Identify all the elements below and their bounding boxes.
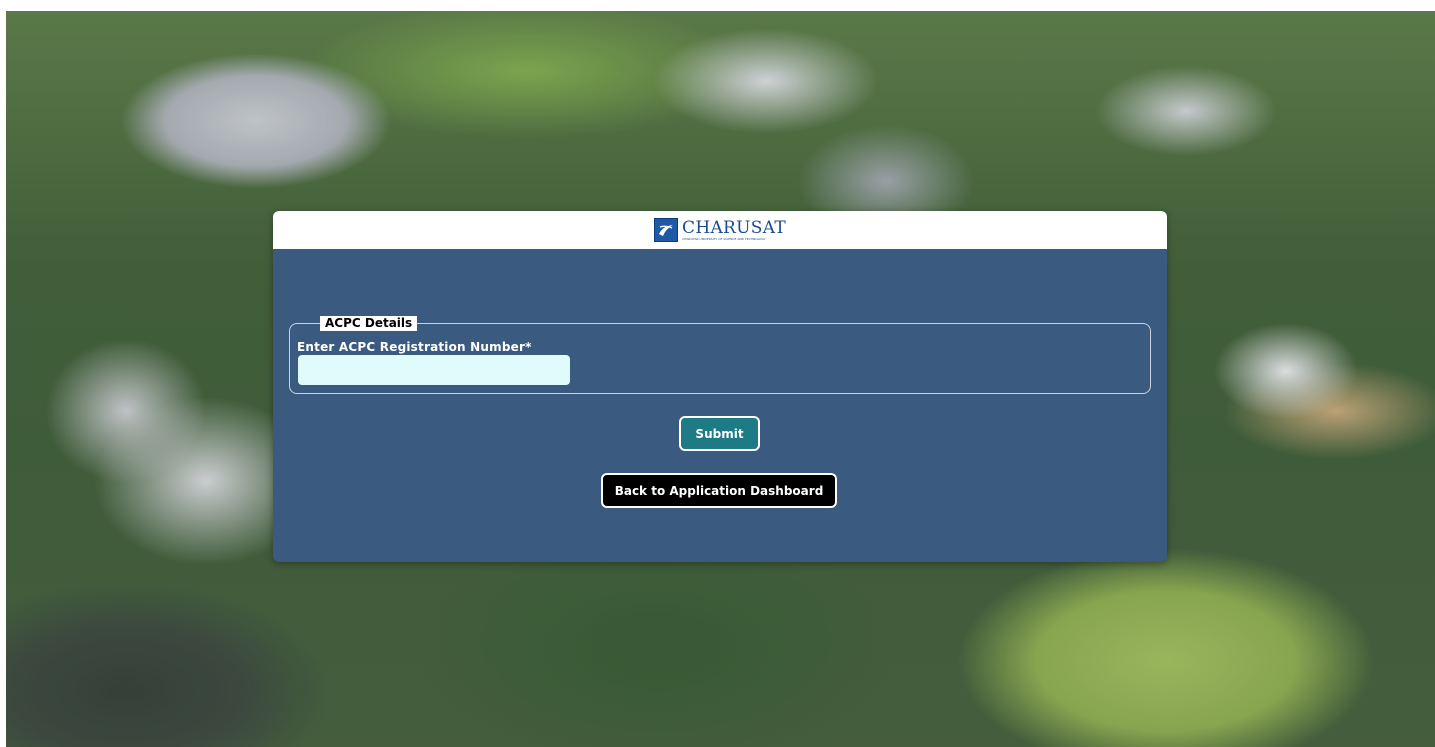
registration-number-input[interactable] — [298, 355, 570, 385]
charusat-logo: CHARUSAT CHAROTAR UNIVERSITY OF SCIENCE … — [654, 218, 786, 242]
university-emblem-icon — [654, 218, 679, 242]
logo-title: CHARUSAT — [682, 217, 786, 238]
acpc-form-card: CHARUSAT CHAROTAR UNIVERSITY OF SCIENCE … — [273, 211, 1167, 562]
fieldset-legend: ACPC Details — [320, 316, 418, 331]
back-to-dashboard-button[interactable]: Back to Application Dashboard — [601, 473, 837, 508]
logo-subtitle: CHAROTAR UNIVERSITY OF SCIENCE AND TECHN… — [682, 236, 766, 241]
registration-number-label: Enter ACPC Registration Number* — [297, 340, 532, 354]
acpc-details-fieldset: ACPC Details Enter ACPC Registration Num… — [289, 316, 1151, 394]
submit-button[interactable]: Submit — [679, 416, 760, 451]
card-header: CHARUSAT CHAROTAR UNIVERSITY OF SCIENCE … — [273, 211, 1167, 249]
